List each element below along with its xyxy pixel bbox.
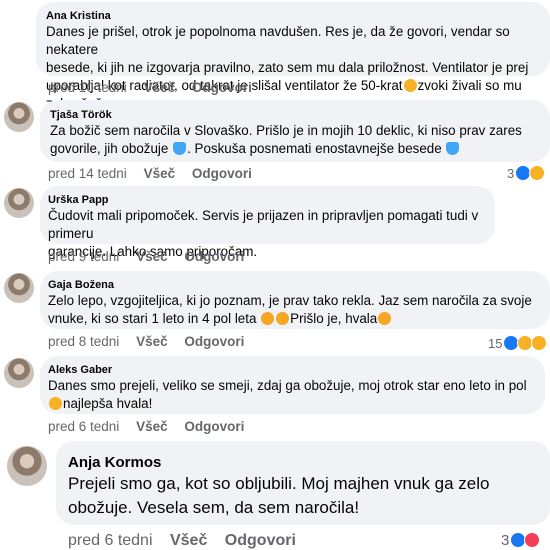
comment-line-part: najlepša hvala! xyxy=(63,396,153,411)
comment-author[interactable]: Ana Kristina xyxy=(46,9,540,23)
avatar[interactable] xyxy=(4,102,34,132)
comment-line: Danes smo prejeli, veliko se smeji, zdaj… xyxy=(48,378,527,393)
comment-meta: pred 9 tedni Všeč Odgovori xyxy=(48,249,257,264)
smiling-face-with-hearts-emoji-icon xyxy=(378,312,392,325)
sad-face-emoji-icon xyxy=(261,312,275,325)
comment-line: vnuke, ki so stari 1 leto in 4 pol leta … xyxy=(48,310,540,328)
avatar[interactable] xyxy=(7,446,47,486)
reply-button[interactable]: Odgovori xyxy=(184,419,244,434)
comment-author[interactable]: Urška Papp xyxy=(48,193,485,207)
comment-text: Zelo lepo, vzgojiteljica, ki jo poznam, … xyxy=(48,292,540,328)
reaction-summary[interactable]: 3 xyxy=(503,164,548,182)
like-button[interactable]: Všeč xyxy=(144,80,176,95)
reply-button[interactable]: Odgovori xyxy=(184,249,244,264)
comment-bubble: Gaja Božena Zelo lepo, vzgojiteljica, ki… xyxy=(40,271,550,329)
comment-line: obožuje. Vesela sem, da sem naročila! xyxy=(68,498,360,517)
avatar[interactable] xyxy=(4,358,34,388)
comment-text: Za božič sem naročila v Slovaško. Prišlo… xyxy=(50,122,540,158)
comment-line: najlepša hvala! xyxy=(48,395,535,413)
avatar[interactable] xyxy=(4,188,34,218)
comment-line: Prejeli smo ga, kot so obljubili. Moj ma… xyxy=(68,474,490,493)
reply-button[interactable]: Odgovori xyxy=(225,532,296,549)
reply-button[interactable]: Odgovori xyxy=(192,166,252,181)
reaction-count: 3 xyxy=(507,165,515,181)
comment-bubble: Aleks Gaber Danes smo prejeli, veliko se… xyxy=(40,356,545,414)
comment-line: govorile, jih obožuje . Poskuša posnemat… xyxy=(50,140,540,158)
comment-timestamp[interactable]: pred 8 tedni xyxy=(48,334,119,349)
comment-line: Za božič sem naročila v Slovaško. Prišlo… xyxy=(50,123,522,138)
comment-line-part: vnuke, ki so stari 1 leto in 4 pol leta xyxy=(48,311,257,326)
comment-line-part: . Poskuša posnemati enostavnejše besede xyxy=(187,141,442,156)
comment-timestamp[interactable]: pred 6 tedni xyxy=(48,419,119,434)
comment-meta: pred 14 tedni Všeč Odgovori xyxy=(48,166,265,181)
smiling-face-emoji-icon xyxy=(403,79,417,92)
blue-heart-emoji-icon xyxy=(446,142,460,155)
comment-bubble: Urška Papp Čudovit mali pripomoček. Serv… xyxy=(40,186,495,259)
like-button[interactable]: Všeč xyxy=(136,419,168,434)
comment-line: Zelo lepo, vzgojiteljica, ki jo poznam, … xyxy=(48,293,532,308)
comment-line-part: Prišlo je, hvala xyxy=(290,311,378,326)
comment-line: besede, ki jih ne izgovarja pravilno, za… xyxy=(46,60,529,75)
comment-bubble: Ana Kristina Danes je prišel, otrok je p… xyxy=(36,2,550,111)
comment-meta: pred 10 tedni Všeč Odgovori xyxy=(48,80,265,95)
comment-meta: pred 6 tedni Všeč Odgovori xyxy=(48,419,257,434)
love-reaction-icon xyxy=(524,532,541,548)
comment-meta: pred 8 tedni Všeč Odgovori xyxy=(48,334,257,349)
comment-timestamp[interactable]: pred 14 tedni xyxy=(48,166,127,181)
comment-timestamp[interactable]: pred 9 tedni xyxy=(48,249,119,264)
blue-heart-emoji-icon xyxy=(173,142,187,155)
reaction-count: 15 xyxy=(488,335,503,351)
care-reaction-icon xyxy=(529,165,546,181)
comment-line-part: govorile, jih obožuje xyxy=(50,141,169,156)
reply-button[interactable]: Odgovori xyxy=(184,334,244,349)
comment-bubble: Anja Kormos Prejeli smo ga, kot so oblju… xyxy=(56,441,550,525)
comment-line: Danes je prišel, otrok je popolnoma navd… xyxy=(46,24,510,57)
comment-text: Prejeli smo ga, kot so obljubili. Moj ma… xyxy=(68,472,538,520)
comment-author[interactable]: Tjaša Török xyxy=(50,108,540,122)
comment-bubble: Tjaša Török Za božič sem naročila v Slov… xyxy=(40,100,550,162)
comment-author[interactable]: Gaja Božena xyxy=(48,278,540,292)
comment-text: Danes smo prejeli, veliko se smeji, zdaj… xyxy=(48,377,535,413)
sad-reaction-icon xyxy=(531,335,548,351)
reaction-summary[interactable]: 3 xyxy=(497,531,543,549)
comment-line: Čudovit mali pripomoček. Servis je prija… xyxy=(48,208,479,241)
reaction-count: 3 xyxy=(501,531,510,549)
like-button[interactable]: Všeč xyxy=(136,249,168,264)
comment-timestamp[interactable]: pred 10 tedni xyxy=(48,80,127,95)
like-button[interactable]: Všeč xyxy=(144,166,176,181)
comment-timestamp[interactable]: pred 6 tedni xyxy=(68,532,153,549)
smiling-face-with-hearts-emoji-icon xyxy=(276,312,290,325)
smiling-face-emoji-icon xyxy=(49,397,62,410)
comment-meta: pred 6 tedni Všeč Odgovori xyxy=(68,532,309,550)
reply-button[interactable]: Odgovori xyxy=(192,80,252,95)
like-button[interactable]: Všeč xyxy=(136,334,168,349)
comment-author[interactable]: Aleks Gaber xyxy=(48,363,535,377)
comment-author[interactable]: Anja Kormos xyxy=(68,454,538,472)
like-button[interactable]: Všeč xyxy=(170,532,207,549)
avatar[interactable] xyxy=(4,273,34,303)
reaction-summary[interactable]: 15 xyxy=(484,334,550,352)
